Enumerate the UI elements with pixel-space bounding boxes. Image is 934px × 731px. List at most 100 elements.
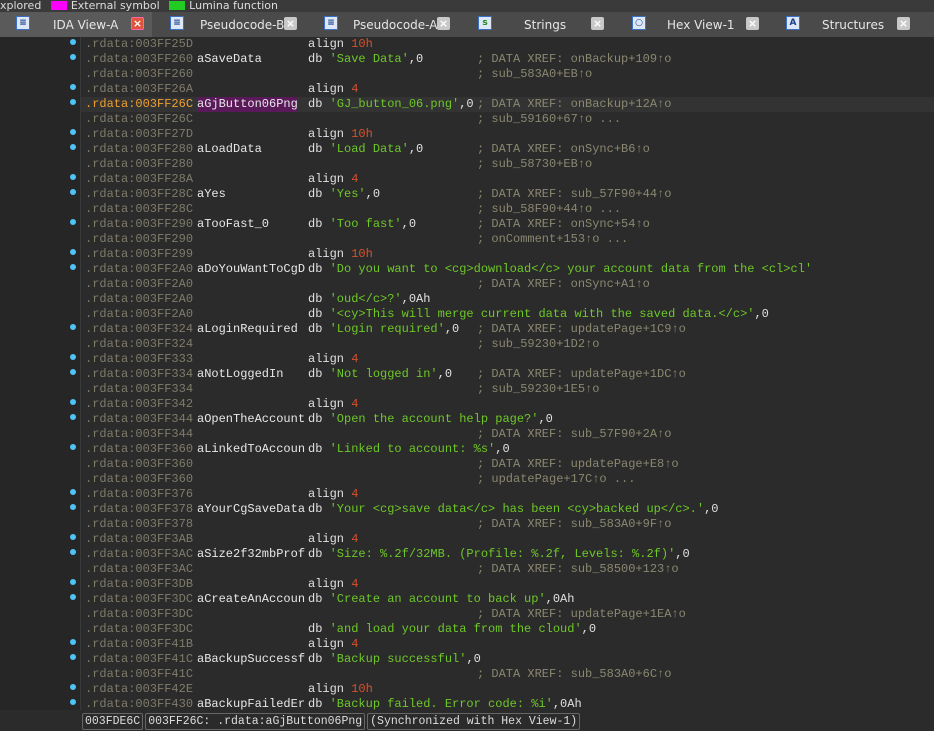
xref-comment[interactable]: ; DATA XREF: sub_57F90+44↑o [477,187,671,202]
listing-row[interactable]: .rdata:003FF27D align 10h [70,127,934,142]
xref-comment[interactable]: ; DATA XREF: onSync+A1↑o [477,277,650,292]
symbol-name[interactable]: aNotLoggedIn [197,367,283,382]
listing-row[interactable]: .rdata:003FF360 ; updatePage+17C↑o ... [81,472,934,487]
listing-row[interactable]: .rdata:003FF41C ; DATA XREF: sub_583A0+6C… [81,667,934,682]
symbol-name[interactable]: aLoadData [197,142,262,157]
listing-row[interactable]: .rdata:003FF334 aNotLoggedIn db 'Not logge… [70,367,934,382]
symbol-name[interactable]: aSize2f32mbProf [197,547,305,562]
address[interactable]: .rdata:003FF344 [85,412,193,427]
address[interactable]: .rdata:003FF360 [85,457,193,472]
xref-comment[interactable]: ; DATA XREF: onSync+54↑o [477,217,650,232]
xref-comment[interactable]: ; DATA XREF: sub_583A0+9F↑o [477,517,671,532]
listing-row[interactable]: .rdata:003FF28C ; sub_58F90+44↑o ... [81,202,934,217]
listing-row[interactable]: .rdata:003FF3DC aCreateAnAccoun db 'Create… [70,592,934,607]
listing-row[interactable]: .rdata:003FF333 align 4 [70,352,934,367]
listing-row[interactable]: .rdata:003FF3AC ; DATA XREF: sub_58500+12… [81,562,934,577]
symbol-name[interactable]: aYourCgSaveData [197,502,305,517]
close-icon[interactable]: × [284,17,297,30]
xref-comment[interactable]: ; DATA XREF: updatePage+E8↑o [477,457,679,472]
xref-comment[interactable]: ; onComment+153↑o ... [477,232,628,247]
listing-row[interactable]: .rdata:003FF344 ; DATA XREF: sub_57F90+2A… [81,427,934,442]
listing-row[interactable]: .rdata:003FF290 ; onComment+153↑o ... [81,232,934,247]
disassembly-listing[interactable]: .rdata:003FF25D align 10h .rdata:003FF260 a… [0,37,934,712]
xref-comment[interactable]: ; DATA XREF: onBackup+109↑o [477,52,671,67]
address[interactable]: .rdata:003FF360 [85,472,193,487]
address[interactable]: .rdata:003FF3AB [85,532,193,547]
address[interactable]: .rdata:003FF27D [85,127,193,142]
tab-pseudocode-b[interactable]: ≡ Pseudocode-B × [154,12,306,37]
address[interactable]: .rdata:003FF290 [85,232,193,247]
address[interactable]: .rdata:003FF260 [85,52,193,67]
address[interactable]: .rdata:003FF2A0 [85,307,193,322]
listing-row[interactable]: .rdata:003FF376 align 4 [70,487,934,502]
address[interactable]: .rdata:003FF324 [85,322,193,337]
close-icon[interactable]: × [131,17,144,30]
listing-row[interactable]: .rdata:003FF42E align 10h [70,682,934,697]
listing-row[interactable]: .rdata:003FF25D align 10h [70,37,934,52]
address[interactable]: .rdata:003FF3DC [85,607,193,622]
address[interactable]: .rdata:003FF260 [85,67,193,82]
address[interactable]: .rdata:003FF378 [85,502,193,517]
listing-row[interactable]: .rdata:003FF280 aLoadData db 'Load Data',0… [70,142,934,157]
listing-row[interactable]: .rdata:003FF28C aYes db 'Yes',0 ; DATA XREF… [70,187,934,202]
address[interactable]: .rdata:003FF360 [85,442,193,457]
address[interactable]: .rdata:003FF290 [85,217,193,232]
xref-comment[interactable]: ; DATA XREF: updatePage+1DC↑o [477,367,686,382]
xref-comment[interactable]: ; DATA XREF: sub_57F90+2A↑o [477,427,671,442]
address[interactable]: .rdata:003FF344 [85,427,193,442]
address[interactable]: .rdata:003FF299 [85,247,193,262]
listing-row[interactable]: .rdata:003FF26C aGjButton06Png db 'GJ_butt… [70,97,934,112]
listing-row[interactable]: .rdata:003FF360 aLinkedToAccoun db 'Linked… [70,442,934,457]
listing-row[interactable]: .rdata:003FF3AC aSize2f32mbProf db 'Size: … [70,547,934,562]
symbol-name[interactable]: aTooFast_0 [197,217,269,232]
listing-row[interactable]: .rdata:003FF41B align 4 [70,637,934,652]
address[interactable]: .rdata:003FF378 [85,517,193,532]
listing-row[interactable]: .rdata:003FF290 aTooFast_0 db 'Too fast',0… [70,217,934,232]
listing-row[interactable]: .rdata:003FF360 ; DATA XREF: updatePage+E… [81,457,934,472]
listing-row[interactable]: .rdata:003FF324 aLoginRequired db 'Login r… [70,322,934,337]
listing-row[interactable]: .rdata:003FF334 ; sub_59230+1E5↑o [81,382,934,397]
tab-structures[interactable]: A Structures × [770,12,934,37]
address[interactable]: .rdata:003FF334 [85,382,193,397]
tab-pseudocode-a[interactable]: ≡ Pseudocode-A × [308,12,460,37]
address[interactable]: .rdata:003FF2A0 [85,277,193,292]
listing-row[interactable]: .rdata:003FF260 aSaveData db 'Save Data',0… [70,52,934,67]
listing-row[interactable]: .rdata:003FF342 align 4 [70,397,934,412]
listing-row[interactable]: .rdata:003FF3AB align 4 [70,532,934,547]
xref-comment[interactable]: ; DATA XREF: sub_583A0+6C↑o [477,667,671,682]
listing-row[interactable]: .rdata:003FF2A0 db 'oud</c>?',0Ah [81,292,934,307]
address[interactable]: .rdata:003FF3DB [85,577,193,592]
close-icon[interactable]: × [437,17,450,30]
address[interactable]: .rdata:003FF41C [85,652,193,667]
listing-row[interactable]: .rdata:003FF378 ; DATA XREF: sub_583A0+9F… [81,517,934,532]
listing-row[interactable]: .rdata:003FF28A align 4 [70,172,934,187]
address[interactable]: .rdata:003FF324 [85,337,193,352]
address[interactable]: .rdata:003FF41B [85,637,193,652]
address[interactable]: .rdata:003FF28C [85,187,193,202]
address[interactable]: .rdata:003FF28C [85,202,193,217]
address[interactable]: .rdata:003FF26C [85,97,193,112]
address[interactable]: .rdata:003FF280 [85,142,193,157]
close-icon[interactable]: × [591,17,604,30]
address[interactable]: .rdata:003FF26C [85,112,193,127]
xref-comment[interactable]: ; sub_58F90+44↑o ... [477,202,621,217]
xref-comment[interactable]: ; sub_58730+EB↑o [477,157,592,172]
address[interactable]: .rdata:003FF3AC [85,562,193,577]
symbol-name[interactable]: aLoginRequired [197,322,298,337]
symbol-name[interactable]: aGjButton06Png [197,97,298,112]
listing-row[interactable]: .rdata:003FF26C ; sub_59160+67↑o ... [81,112,934,127]
xref-comment[interactable]: ; DATA XREF: onBackup+12A↑o [477,97,671,112]
symbol-name[interactable]: aYes [197,187,226,202]
symbol-name[interactable]: aCreateAnAccoun [197,592,305,607]
xref-comment[interactable]: ; updatePage+17C↑o ... [477,472,635,487]
close-icon[interactable]: × [897,17,910,30]
address[interactable]: .rdata:003FF28A [85,172,193,187]
symbol-name[interactable]: aDoYouWantToCgD [197,262,305,277]
listing-row[interactable]: .rdata:003FF26A align 4 [70,82,934,97]
xref-comment[interactable]: ; DATA XREF: sub_58500+123↑o [477,562,679,577]
symbol-name[interactable]: aLinkedToAccoun [197,442,305,457]
tab-ida-view-a[interactable]: ≡ IDA View-A × [0,12,152,37]
listing-row[interactable]: .rdata:003FF2A0 aDoYouWantToCgD db 'Do you… [70,262,934,277]
listing-row[interactable]: .rdata:003FF280 ; sub_58730+EB↑o [81,157,934,172]
symbol-name[interactable]: aSaveData [197,52,262,67]
